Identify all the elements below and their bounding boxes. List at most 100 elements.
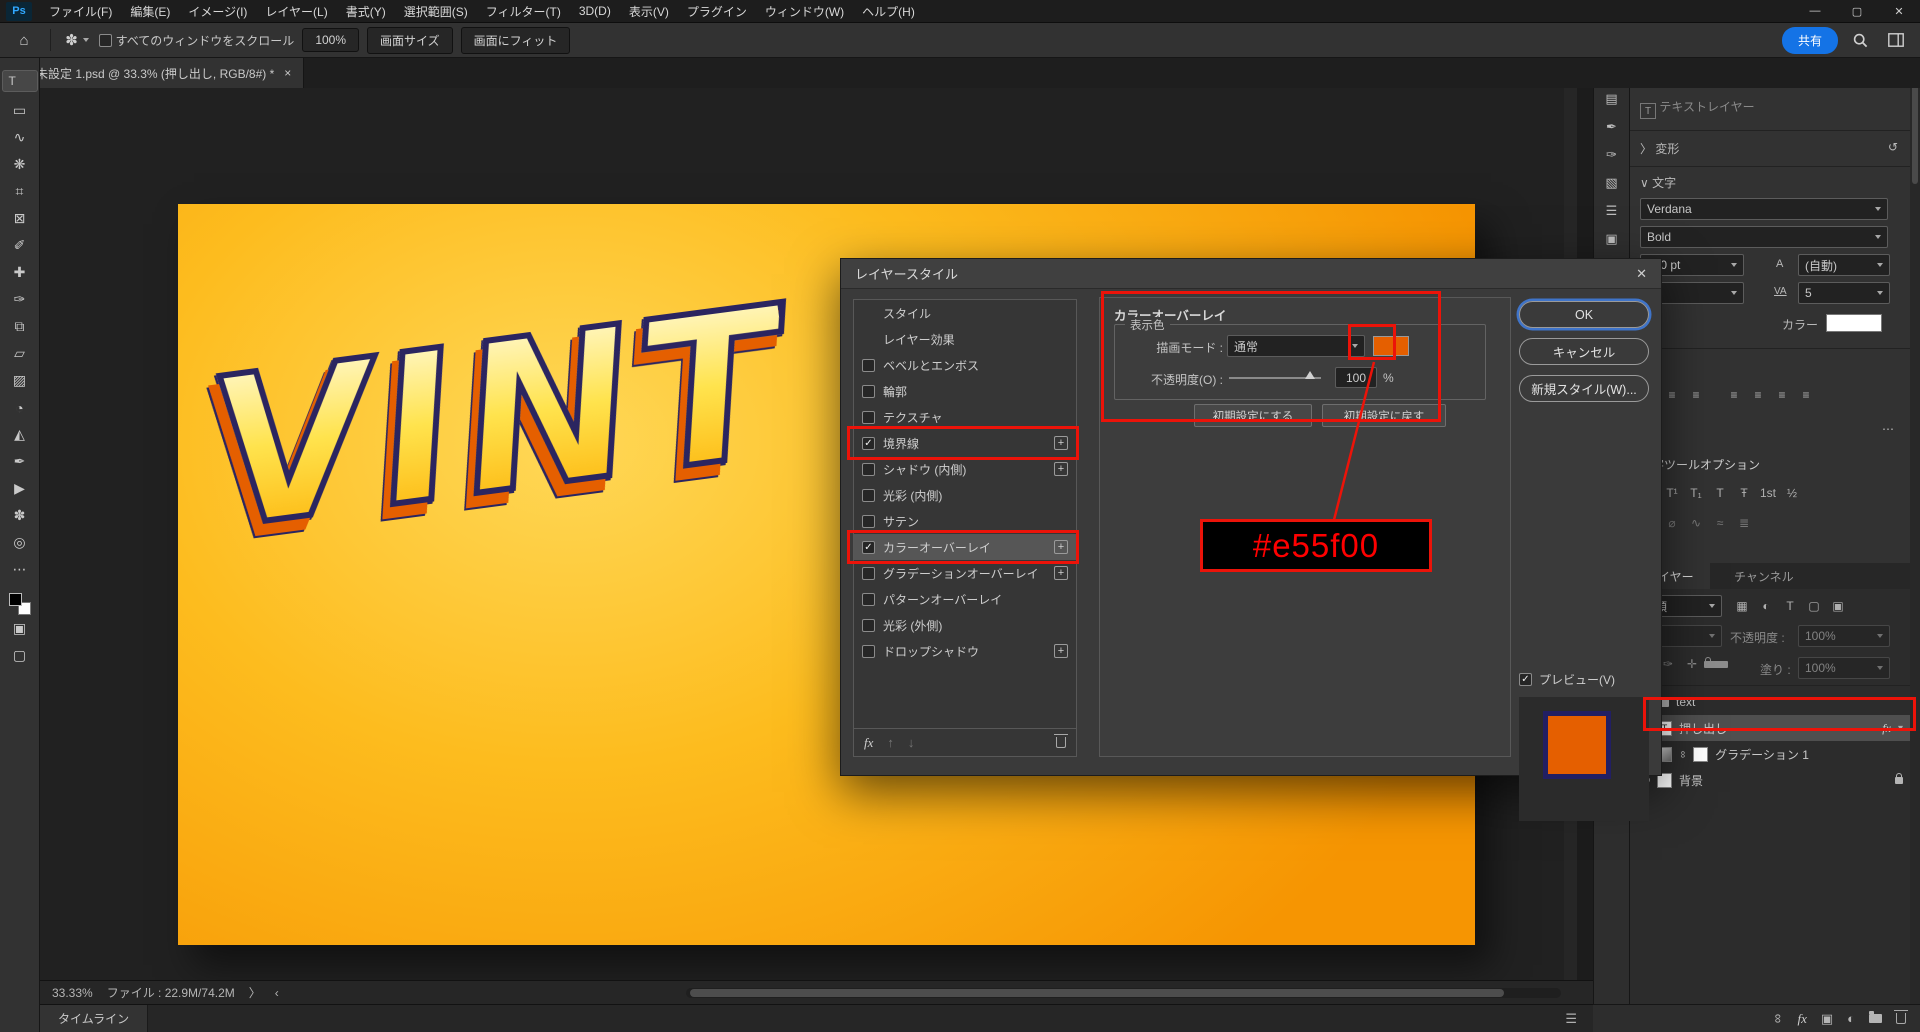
more-options-icon[interactable]: ⋯ [1882,422,1894,436]
checkbox-icon[interactable] [99,34,112,47]
style-item-gradient-overlay[interactable]: グラデーションオーバーレイ+ [854,560,1076,586]
reset-transform-icon[interactable]: ↺ [1888,140,1898,154]
scrollbar-thumb[interactable] [690,989,1504,997]
menu-help[interactable]: ヘルプ(H) [853,0,924,23]
char-option-icon[interactable]: 1st [1756,486,1780,500]
filter-adjustment-icon[interactable]: ◐ [1754,599,1778,613]
checkbox-icon[interactable] [862,593,875,606]
style-item-bevel-emboss[interactable]: ベベルとエンボス [854,352,1076,378]
blend-mode-select[interactable]: 通常 [1227,335,1365,357]
char-option-icon[interactable]: ½ [1780,486,1804,500]
fx-badge[interactable]: fx [1882,721,1891,736]
tracking-select[interactable]: 5 [1798,282,1890,304]
blur-tool[interactable]: ◔ [2,394,38,421]
collapsed-panel-icon[interactable]: ▣ [1605,231,1617,247]
minimize-button[interactable]: — [1794,0,1836,23]
menu-window[interactable]: ウィンドウ(W) [756,0,853,23]
path-selection-tool[interactable]: ▶ [2,475,38,502]
dialog-close-icon[interactable]: ✕ [1636,266,1647,282]
filter-smart-icon[interactable]: ▣ [1826,599,1850,613]
menu-image[interactable]: イメージ(I) [179,0,256,23]
justify-all-icon[interactable]: ≡ [1794,388,1818,402]
char-option-icon[interactable]: Ŧ [1732,486,1756,500]
collapsed-panel-icon[interactable]: ▧ [1605,175,1617,191]
character-section[interactable]: ∨ 文字 [1640,174,1676,191]
delete-layer-icon[interactable] [1896,1010,1906,1027]
marquee-tool[interactable]: ▭ [2,97,38,124]
checkbox-icon[interactable]: ✓ [1519,673,1532,686]
link-layers-icon[interactable]: ∞ [1771,1014,1786,1023]
menu-3d[interactable]: 3D(D) [570,0,620,23]
plus-icon[interactable]: + [1054,540,1068,554]
style-item-color-overlay[interactable]: ✓カラーオーバーレイ+ [854,534,1076,560]
style-item-inner-glow[interactable]: 光彩 (内側) [854,482,1076,508]
screen-mode-icon[interactable]: ▢ [2,642,38,669]
set-default-button[interactable]: 初期設定にする [1194,404,1312,427]
tab-channels[interactable]: チャンネル [1718,563,1810,589]
layer-group-row[interactable]: 〉 text [1630,689,1911,715]
collapsed-panel-icon[interactable]: ✑ [1606,147,1617,163]
char-option-icon[interactable]: ≣ [1732,516,1756,530]
home-icon[interactable]: ⌂ [10,28,38,52]
color-swatches[interactable] [9,593,31,615]
filter-type-icon[interactable]: T [1778,599,1802,613]
menu-view[interactable]: 表示(V) [620,0,678,23]
hand-tool[interactable]: ✽ [2,502,38,529]
filter-shape-icon[interactable]: ▢ [1802,599,1826,613]
dialog-title-bar[interactable]: レイヤースタイル ✕ [841,259,1661,289]
panel-scrollbar[interactable] [1910,58,1920,1004]
quick-selection-tool[interactable]: ❋ [2,151,38,178]
checkbox-icon[interactable] [862,515,875,528]
lasso-tool[interactable]: ∿ [2,124,38,151]
slider-thumb[interactable] [1305,371,1315,379]
opacity-slider[interactable] [1229,377,1321,379]
justify-right-icon[interactable]: ≡ [1770,388,1794,402]
style-item-styles[interactable]: スタイル [854,300,1076,326]
overlay-color-swatch[interactable] [1373,336,1409,356]
panel-menu-icon[interactable]: ☰ [1565,1011,1577,1027]
leading-select[interactable]: (自動) [1798,254,1890,276]
edit-toolbar-icon[interactable]: ⋯ [2,556,38,583]
checkbox-icon[interactable] [862,411,875,424]
menu-type[interactable]: 書式(Y) [337,0,395,23]
chevron-down-icon[interactable]: ▾ [1898,723,1903,734]
style-item-pattern-overlay[interactable]: パターンオーバーレイ [854,586,1076,612]
checkbox-icon[interactable] [862,489,875,502]
layer-name[interactable]: text [1676,695,1695,709]
style-item-contour[interactable]: 輪郭 [854,378,1076,404]
new-style-button[interactable]: 新規スタイル(W)... [1519,375,1649,402]
share-button[interactable]: 共有 [1782,27,1838,54]
checkbox-icon[interactable] [862,463,875,476]
collapsed-panel-icon[interactable]: ☰ [1606,203,1618,219]
status-back-arrow[interactable]: ‹ [275,986,279,1000]
fx-icon[interactable]: fx [864,735,873,751]
fit-screen-button[interactable]: 画面にフィット [461,27,571,54]
screen-size-button[interactable]: 画面サイズ [367,27,453,54]
new-group-icon[interactable] [1869,1011,1882,1026]
add-layer-style-icon[interactable]: fx [1797,1011,1806,1027]
fill-select[interactable]: 100% [1798,657,1890,679]
quick-mask-icon[interactable]: ▣ [2,615,38,642]
char-option-icon[interactable]: ∿ [1684,516,1708,530]
layers-opacity-select[interactable]: 100% [1798,625,1890,647]
menu-edit[interactable]: 編集(E) [121,0,179,23]
checkbox-icon[interactable]: ✓ [862,437,875,450]
layer-name[interactable]: 背景 [1679,772,1703,789]
style-item-inner-shadow[interactable]: シャドウ (内側)+ [854,456,1076,482]
add-adjustment-icon[interactable]: ◐ [1847,1011,1855,1026]
pen-tool[interactable]: ✒ [2,448,38,475]
style-item-stroke[interactable]: ✓境界線+ [854,430,1076,456]
menu-file[interactable]: ファイル(F) [40,0,121,23]
lock-all-icon[interactable] [1704,657,1728,671]
layer-name[interactable]: グラデーション 1 [1715,746,1809,763]
type-tool[interactable]: T [2,70,38,92]
mask-thumbnail[interactable] [1693,747,1708,762]
zoom-100-button[interactable]: 100% [302,28,359,52]
style-item-layer-effects[interactable]: レイヤー効果 [854,326,1076,352]
style-item-texture[interactable]: テクスチャ [854,404,1076,430]
tab-timeline[interactable]: タイムライン [40,1005,148,1032]
align-center-icon[interactable]: ≡ [1660,388,1684,402]
plus-icon[interactable]: + [1054,462,1068,476]
transform-section[interactable]: 〉 変形 [1640,140,1679,157]
zoom-tool[interactable]: ◎ [2,529,38,556]
